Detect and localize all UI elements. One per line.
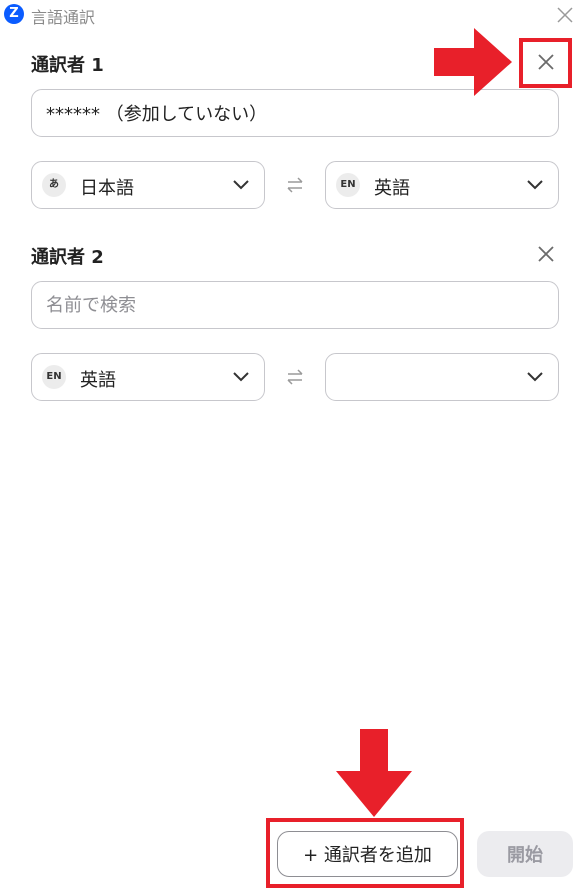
highlight-box-close [519,38,572,88]
interpreter-2-search-field[interactable] [31,281,559,329]
interpreter-2-title: 通訳者 2 [31,247,104,268]
interpreter-1-to-language-select[interactable]: EN 英語 [325,161,559,209]
interpreter-1-from-language-select[interactable]: あ 日本語 [31,161,265,209]
chevron-down-icon [233,180,249,190]
interpreter-2-to-language-select[interactable] [325,353,559,401]
start-button[interactable]: 開始 [477,831,573,877]
interpreter-2-from-language-select[interactable]: EN 英語 [31,353,265,401]
zoom-logo-icon: Z [4,4,24,24]
remove-interpreter-2-close-icon[interactable] [535,243,557,265]
interpreter-2-search-input[interactable] [46,294,544,316]
swap-arrows-icon [287,369,303,385]
highlight-box-add [266,818,464,888]
interpreter-1-name-value: ****** （参加していない） [46,104,268,125]
arrow-right-icon [434,28,512,96]
swap-arrows-icon [287,177,303,193]
window-close-icon[interactable] [556,6,574,24]
chevron-down-icon [233,372,249,382]
language-label: 英語 [80,370,116,391]
language-badge: EN [42,365,66,389]
language-badge: あ [42,173,66,197]
arrow-down-icon [336,729,412,817]
language-badge: EN [336,173,360,197]
window-title: 言語通訳 [31,8,96,27]
language-label: 日本語 [80,178,134,199]
interpreter-1-title: 通訳者 1 [31,55,104,76]
language-label: 英語 [374,178,410,199]
chevron-down-icon [527,372,543,382]
chevron-down-icon [527,180,543,190]
